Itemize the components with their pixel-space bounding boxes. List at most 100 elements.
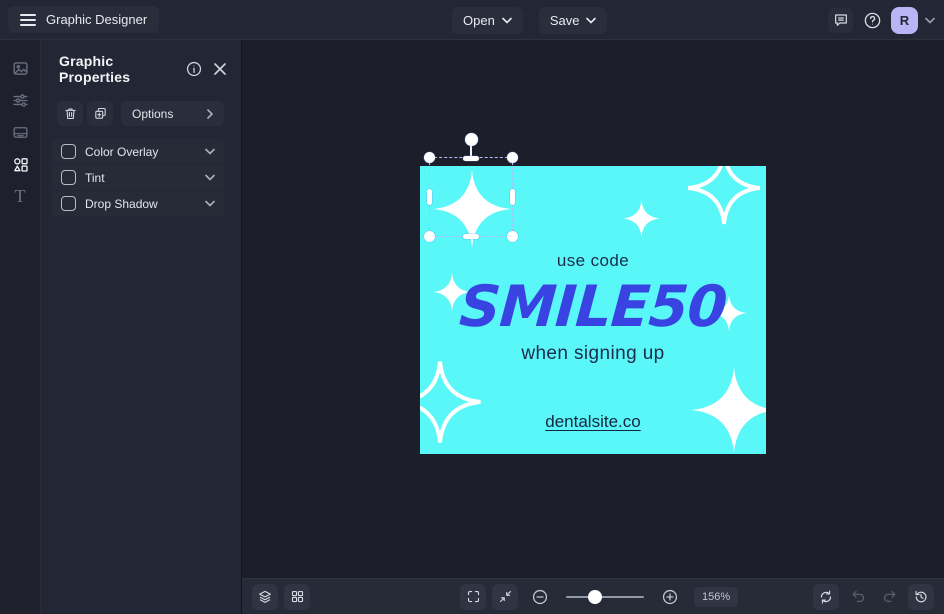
account-chevron-down-icon[interactable] [925,17,935,24]
hamburger-icon [20,13,36,27]
plus-circle-icon [661,588,679,606]
resize-handle-bottom[interactable] [463,233,479,239]
avatar-initial: R [899,12,910,28]
graphic-promo-code[interactable]: SMILE50 [420,274,766,340]
property-label: Color Overlay [85,144,159,159]
resize-handle-bottom-left[interactable] [424,231,435,242]
zoom-controls: 156% [460,583,739,610]
drop-shadow-checkbox[interactable] [61,196,76,211]
main-menu-button[interactable]: Graphic Designer [8,6,160,33]
tint-checkbox[interactable] [61,170,76,185]
rail-item-text[interactable]: T [0,180,41,212]
sliders-icon [11,91,30,110]
options-button[interactable]: Options [121,101,224,126]
delete-button[interactable] [57,101,83,126]
sparkle-outline-icon[interactable] [685,166,763,227]
chevron-right-icon [207,108,213,119]
chevron-down-icon[interactable] [205,174,215,181]
minus-circle-icon [531,588,549,606]
duplicate-icon [93,106,108,121]
file-actions: Open Save [452,0,608,40]
save-button[interactable]: Save [538,6,608,34]
undo-icon [850,588,867,605]
refresh-button[interactable] [813,583,839,610]
card-icon [11,123,30,142]
redo-button[interactable] [877,585,901,609]
zoom-level-badge[interactable]: 156% [694,586,739,607]
property-row-color-overlay[interactable]: Color Overlay [52,139,224,164]
trash-icon [63,106,78,121]
fit-to-screen-button[interactable] [492,583,518,610]
resize-handle-top-right[interactable] [507,152,518,163]
bottom-toolbar: 156% [242,578,944,614]
zoom-level-value: 156% [702,590,731,603]
undo-button[interactable] [846,585,870,609]
zoom-slider-thumb[interactable] [588,589,602,604]
design-graphic[interactable]: use code SMILE50 when signing up dentals… [420,166,766,454]
rotation-stem [470,145,472,156]
sparkle-icon[interactable] [691,367,766,453]
zoom-in-button[interactable] [658,585,682,609]
refresh-icon [818,589,834,605]
rail-item-elements[interactable] [0,148,41,180]
open-button[interactable]: Open [452,6,523,34]
avatar[interactable]: R [891,6,918,34]
save-button-label: Save [549,12,580,28]
graphic-designer-app: Graphic Designer Open Save R T Graphic P… [0,0,944,614]
resize-handle-right[interactable] [510,189,515,205]
zoom-slider-track[interactable] [566,595,644,598]
view-tools [252,583,310,610]
history-button[interactable] [908,583,934,610]
text-icon: T [14,186,26,206]
graphic-text-line2[interactable]: when signing up [420,343,766,365]
sparkle-outline-icon[interactable] [420,358,484,446]
zoom-out-button[interactable] [528,585,552,609]
resize-handle-left[interactable] [427,189,432,205]
rotate-handle[interactable] [464,133,478,146]
layers-button[interactable] [252,583,278,610]
rail-item-adjustments[interactable] [0,84,41,116]
grid-icon [290,589,305,604]
zoom-slider[interactable] [566,589,644,604]
property-row-drop-shadow[interactable]: Drop Shadow [52,191,224,216]
panel-toolbar: Options [41,93,241,126]
resize-handle-top-left[interactable] [424,152,435,163]
chevron-down-icon [586,17,597,24]
panel-header: Graphic Properties [41,40,241,93]
pages-grid-button[interactable] [284,583,310,610]
chevron-down-icon[interactable] [205,148,215,155]
graphic-text-line1[interactable]: use code [420,251,766,271]
history-icon [913,589,929,605]
fullscreen-button[interactable] [460,583,486,610]
fullscreen-icon [466,589,481,604]
property-row-tint[interactable]: Tint [52,165,224,190]
chevron-down-icon [502,17,512,24]
help-button[interactable] [860,8,884,32]
rail-item-templates[interactable] [0,116,41,148]
rail-item-images[interactable] [0,52,41,84]
properties-panel: Graphic Properties Options Color Overlay… [41,40,242,614]
canvas-area[interactable]: use code SMILE50 when signing up dentals… [242,40,944,578]
open-button-label: Open [463,12,495,28]
app-title: Graphic Designer [46,12,148,27]
tool-rail: T [0,40,41,614]
shrink-icon [498,589,513,604]
comment-icon [833,12,849,28]
options-button-label: Options [132,106,174,121]
resize-handle-bottom-right[interactable] [507,231,518,242]
duplicate-button[interactable] [87,101,113,126]
shapes-icon [11,155,30,174]
resize-handle-top[interactable] [463,155,479,161]
panel-title: Graphic Properties [59,53,131,85]
account-area: R [828,0,935,40]
chevron-down-icon[interactable] [205,200,215,207]
graphic-link-text[interactable]: dentalsite.co [420,412,766,432]
info-icon[interactable] [185,60,203,78]
comments-button[interactable] [828,7,853,33]
property-label: Tint [85,170,105,185]
sparkle-icon[interactable] [623,200,660,237]
color-overlay-checkbox[interactable] [61,144,76,159]
redo-icon [881,588,898,605]
close-icon[interactable] [213,62,227,76]
property-label: Drop Shadow [85,196,158,211]
